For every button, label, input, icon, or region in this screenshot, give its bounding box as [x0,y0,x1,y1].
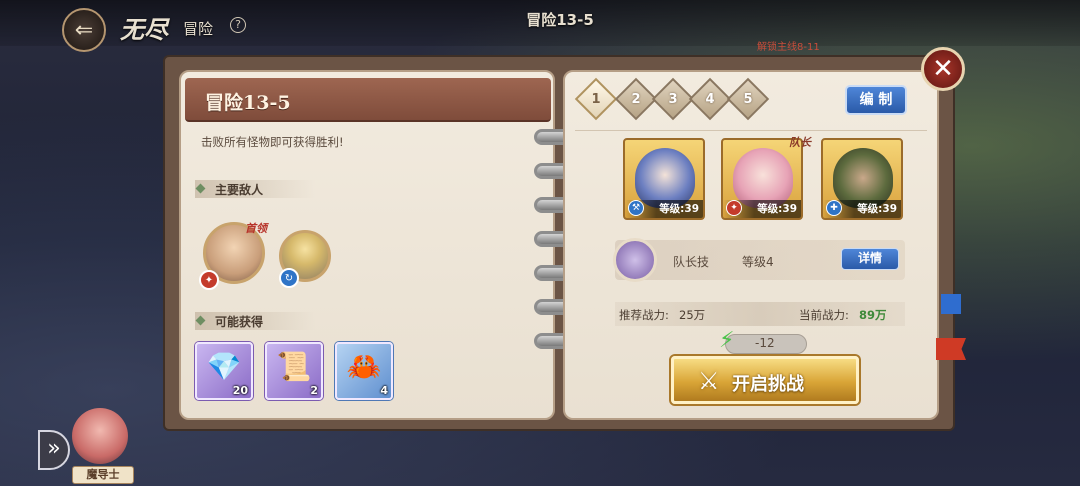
right-page: 1 2 3 4 5 编 制 等级:39 ⚒ 等级:39 ✦ 队长 等级:39 ✚… [563,70,939,420]
left-page: 冒险13-5 击败所有怪物即可获得胜利! 主要敌人 首领 ✦ ↻ 可能获得 💎 … [179,70,555,420]
mode-subtitle: 冒险 [183,20,214,38]
character-avatar[interactable] [72,408,128,464]
close-button[interactable]: ✕ [921,47,965,91]
fire-element-icon: ✦ [199,270,219,290]
team-tab-4[interactable]: 4 [688,77,732,121]
recommended-power-value: 25万 [679,308,706,322]
captain-skill-level: 等级4 [742,255,774,269]
character-name: 魔导士 [72,466,134,484]
current-power-label: 当前战力: [799,308,849,322]
water-element-icon: ↻ [279,268,299,288]
reward-count: 2 [310,384,318,397]
class-icon: ✦ [726,200,742,216]
unlock-hint: 解锁主线8-11 [757,42,820,53]
crab-icon: 🦀 [346,350,382,383]
divider [575,130,927,131]
back-arrow-icon: ⇐ [74,17,94,43]
mode-title: 无尽 [120,15,168,44]
reward-count: 20 [232,384,248,397]
top-stage-title: 冒险13-5 [526,11,594,29]
start-challenge-label: 开启挑战 [732,374,804,395]
scroll-icon: 📜 [276,350,312,383]
captain-skill-label: 队长技 [673,255,710,269]
double-chevron-icon: » [47,436,61,461]
help-icon[interactable]: ? [230,17,246,33]
enemies-heading: 主要敌人 [215,183,264,197]
captain-tag: 队长 [789,136,811,149]
stage-objective: 击败所有怪物即可获得胜利! [201,135,344,149]
rewards-section-header: 可能获得 [195,312,315,330]
current-power-value: 89万 [859,308,887,322]
stage-name: 冒险13-5 [205,92,291,114]
red-bookmark-ribbon[interactable] [936,338,966,360]
team-tab-1[interactable]: 1 [574,77,618,121]
rewards-heading: 可能获得 [215,315,264,329]
hero-slot-2[interactable]: 等级:39 ✦ [721,138,803,220]
hero-slot-1[interactable]: 等级:39 ⚒ [623,138,705,220]
hero-portrait [635,148,695,208]
reward-count: 4 [380,384,388,397]
hero-slot-3[interactable]: 等级:39 ✚ [821,138,903,220]
top-bar: ⇐ 无尽 冒险 ? 冒险13-5 解锁主线8-11 [0,0,1080,53]
boss-tag: 首领 [245,222,267,235]
skill-detail-button[interactable]: 详情 [841,248,899,270]
hero-portrait [833,148,893,208]
class-icon: ⚒ [628,200,644,216]
team-tab-5[interactable]: 5 [726,77,770,121]
captain-skill-icon[interactable] [613,238,657,282]
diamond-bullet-icon [195,315,206,326]
reward-item[interactable]: 📜 2 [265,342,323,400]
recommended-power-label: 推荐战力: [619,308,669,322]
reward-item[interactable]: 💎 20 [195,342,253,400]
close-icon: ✕ [932,54,954,84]
diamond-bullet-icon [195,183,206,194]
class-icon: ✚ [826,200,842,216]
crossed-swords-icon: ⚔ [698,367,720,395]
stage-book: 冒险13-5 击败所有怪物即可获得胜利! 主要敌人 首领 ✦ ↻ 可能获得 💎 … [163,55,955,431]
back-button[interactable]: ⇐ [62,8,106,52]
energy-cost: -12 [755,336,775,350]
stage-banner: 冒险13-5 [185,78,551,122]
reward-item[interactable]: 🦀 4 [335,342,393,400]
lightning-icon: ⚡ [719,328,735,353]
diamond-icon: 💎 [206,350,242,383]
hero-portrait [733,148,793,208]
edit-team-button[interactable]: 编 制 [845,85,907,115]
start-challenge-button[interactable]: ⚔ 开启挑战 [671,356,859,404]
blue-bookmark-ribbon[interactable] [941,294,961,314]
enemies-section-header: 主要敌人 [195,180,315,198]
